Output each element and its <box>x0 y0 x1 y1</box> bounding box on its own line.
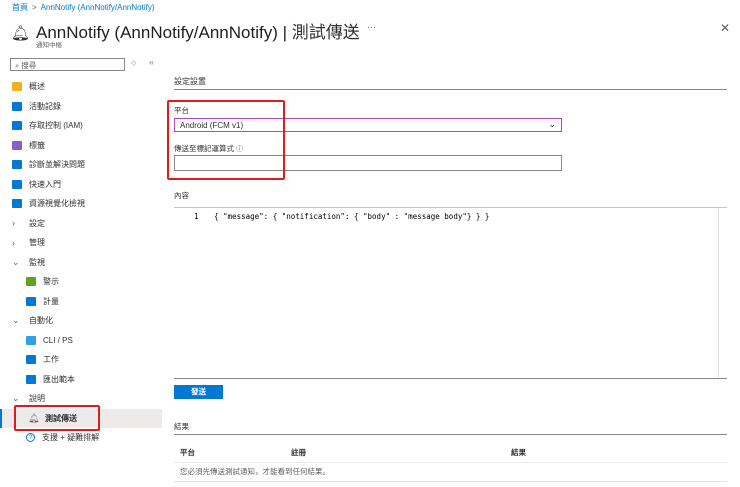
sidebar-item-11[interactable]: 計量 <box>0 292 162 311</box>
sidebar-item-label: 說明 <box>29 394 45 403</box>
breadcrumb-separator: > <box>32 3 37 12</box>
breadcrumb: 首頁 > AnnNotify (AnnNotify/AnnNotify) <box>12 2 155 13</box>
results-title: 結果 <box>174 422 189 431</box>
column-platform: 平台 <box>180 448 195 457</box>
quickstart-icon <box>12 179 22 189</box>
send-button[interactable]: 發送 <box>174 385 223 399</box>
tag-icon <box>12 140 22 150</box>
export-template-icon <box>26 374 36 384</box>
section-title: 設定設置 <box>174 77 206 86</box>
editor-scrollbar[interactable] <box>718 208 727 378</box>
column-result: 結果 <box>511 448 526 457</box>
sidebar-item-label: 活動記錄 <box>29 101 61 111</box>
chevron-right-icon: › <box>12 218 15 228</box>
more-options-button[interactable]: ··· <box>367 22 376 32</box>
collapse-sidebar-icon[interactable]: « <box>149 57 154 67</box>
sidebar-item-label: 標籤 <box>29 140 45 150</box>
sidebar-item-label: 概述 <box>29 82 45 91</box>
search-input[interactable]: ⌕ 搜尋 <box>10 58 125 71</box>
sidebar-item-1[interactable]: 活動記錄 <box>0 97 162 116</box>
page-title: AnnNotify (AnnNotify/AnnNotify) | 測試傳送 <box>36 23 360 42</box>
empty-results-message: 您必須先傳送測試通知，才能看到任何結果。 <box>180 467 330 476</box>
sidebar-item-label: 快速入門 <box>29 179 61 189</box>
sidebar-item-3[interactable]: 標籤 <box>0 136 162 155</box>
diagnose-icon <box>12 160 22 169</box>
code-line: { "message": { "notification": { "body" … <box>214 212 490 221</box>
tasks-icon <box>26 355 36 364</box>
sidebar-item-5[interactable]: 快速入門 <box>0 175 162 194</box>
sidebar-item-13[interactable]: CLI / PS <box>0 331 162 350</box>
code-editor[interactable]: 1 { "message": { "notification": { "body… <box>174 207 727 378</box>
sidebar-item-label: 自動化 <box>29 316 53 325</box>
search-icon: ⌕ <box>15 61 20 70</box>
sidebar-item-9[interactable]: ⌄ 監視 <box>0 253 162 272</box>
sidebar-item-label: CLI / PS <box>43 335 73 345</box>
breadcrumb-home[interactable]: 首頁 <box>12 3 28 12</box>
sidebar-item-0[interactable]: 概述 <box>0 77 162 96</box>
sidebar-item-label: 匯出範本 <box>43 374 75 384</box>
chevron-down-icon: ⌄ <box>12 256 20 267</box>
resource-visualizer-icon <box>12 199 22 208</box>
sidebar-item-label: 存取控制 (IAM) <box>29 121 83 130</box>
sidebar-item-10[interactable]: 警示 <box>0 272 162 291</box>
sidebar-item-label: 支援 + 疑難排解 <box>42 433 100 442</box>
sidebar-item-label: 監視 <box>29 257 45 267</box>
sidebar-item-8[interactable]: › 管理 <box>0 233 162 252</box>
alerts-icon <box>26 277 36 286</box>
favorite-star-icon[interactable]: ☆ <box>346 23 355 34</box>
filter-icon[interactable]: ◇ <box>131 59 136 67</box>
sidebar-item-15[interactable]: 匯出範本 <box>0 370 162 389</box>
chevron-down-icon: ⌄ <box>548 119 556 129</box>
sidebar-item-6[interactable]: 資源視覺化檢視 <box>0 194 162 213</box>
sidebar-item-label: 資源視覺化檢視 <box>29 199 85 208</box>
page-subtitle: 通知中樞 <box>36 42 62 49</box>
sidebar-item-label: 警示 <box>43 277 59 286</box>
line-number: 1 <box>194 212 199 221</box>
highlight-box <box>14 405 100 431</box>
chevron-down-icon: ⌄ <box>12 393 20 403</box>
cli-icon <box>26 335 36 345</box>
sidebar-item-label: 設定 <box>29 218 45 228</box>
bell-icon: 🔔︎ <box>11 25 31 42</box>
chevron-right-icon: › <box>12 237 15 248</box>
breadcrumb-current[interactable]: AnnNotify (AnnNotify/AnnNotify) <box>41 3 155 12</box>
sidebar-item-2[interactable]: 存取控制 (IAM) <box>0 116 162 135</box>
sidebar-item-label: 工作 <box>43 355 59 364</box>
iam-icon <box>12 121 22 130</box>
close-icon[interactable]: ✕ <box>720 21 730 35</box>
overview-icon <box>12 82 22 91</box>
sidebar-item-label: 診斷並解決問題 <box>29 160 85 169</box>
sidebar-item-14[interactable]: 工作 <box>0 350 162 369</box>
sidebar-item-label: 計量 <box>43 296 59 306</box>
metrics-icon <box>26 296 36 306</box>
help-icon: ? <box>26 433 35 442</box>
chevron-down-icon: ⌄ <box>12 315 20 325</box>
sidebar-item-4[interactable]: 診斷並解決問題 <box>0 155 162 174</box>
column-registration: 註冊 <box>291 448 306 457</box>
activity-log-icon <box>12 101 22 111</box>
content-label: 內容 <box>174 191 189 200</box>
highlight-box <box>167 100 285 180</box>
sidebar-item-label: 管理 <box>29 238 45 247</box>
sidebar-item-12[interactable]: ⌄ 自動化 <box>0 311 162 330</box>
sidebar-item-7[interactable]: › 設定 <box>0 214 162 233</box>
